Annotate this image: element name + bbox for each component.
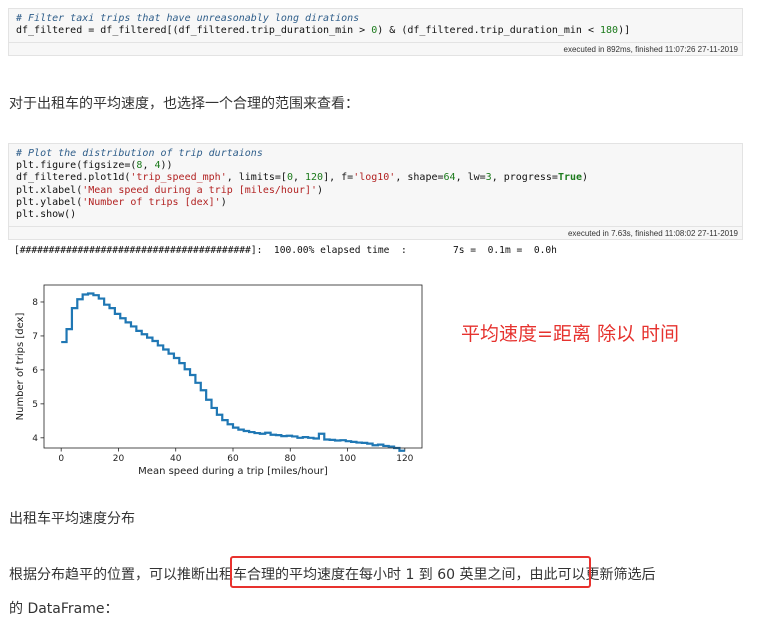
x-tick-label: 100 bbox=[339, 454, 356, 464]
code-string: 'Number of trips [dex]' bbox=[82, 196, 221, 208]
y-tick-label: 4 bbox=[32, 434, 38, 444]
code-string: 'log10' bbox=[353, 172, 396, 184]
x-tick-label: 40 bbox=[170, 454, 182, 464]
highlight-box bbox=[230, 556, 591, 588]
code-number: 180 bbox=[600, 25, 619, 37]
cell-divider bbox=[9, 42, 742, 43]
y-axis-label: Number of trips [dex] bbox=[15, 313, 26, 421]
code-text: df_filtered.plot1d( bbox=[16, 172, 131, 184]
cell-divider bbox=[9, 226, 742, 227]
code-text: , bbox=[142, 160, 155, 172]
y-tick-label: 7 bbox=[32, 332, 38, 342]
code-text: ) & (df_filtered.trip_duration_min < bbox=[377, 25, 601, 37]
x-axis: 0 20 40 60 80 100 120 bbox=[58, 448, 414, 464]
annotation-speed-formula: 平均速度=距离 除以 时间 bbox=[461, 323, 679, 345]
code-text: , bbox=[292, 172, 306, 184]
speed-distribution-chart: 4 5 6 7 8 0 20 40 60 80 100 120 Mean speed during … bbox=[15, 284, 423, 477]
series-line bbox=[61, 292, 405, 452]
execution-info: executed in 892ms, finished 11:07:26 27-… bbox=[563, 45, 739, 54]
code-text: ], f= bbox=[323, 172, 354, 184]
code-number: 64 bbox=[443, 172, 456, 184]
x-axis-label: Mean speed during a trip [miles/hour] bbox=[138, 466, 328, 477]
y-tick-label: 8 bbox=[32, 298, 38, 308]
progress-output: [#######################################… bbox=[14, 245, 557, 256]
x-tick-label: 0 bbox=[58, 454, 64, 464]
y-tick-label: 6 bbox=[32, 366, 38, 376]
code-comment: # Filter taxi trips that have unreasonab… bbox=[16, 13, 360, 24]
code-text: )] bbox=[618, 25, 631, 37]
chart-caption: 出租车平均速度分布 bbox=[9, 511, 135, 527]
code-editor[interactable]: # Filter taxi trips that have unreasonab… bbox=[9, 9, 742, 37]
code-keyword: True bbox=[557, 172, 583, 184]
paragraph-speed-intro: 对于出租车的平均速度，也选择一个合理的范围来查看： bbox=[9, 96, 359, 112]
paragraph-conclusion-line2: 的 DataFrame： bbox=[9, 601, 119, 617]
x-tick-label: 60 bbox=[227, 454, 239, 464]
code-text: df_filtered = df_filtered[(df_filtered.t… bbox=[16, 25, 372, 37]
code-text: plt.ylabel( bbox=[16, 196, 83, 208]
code-text: ) bbox=[317, 184, 324, 196]
code-cell-filter[interactable]: # Filter taxi trips that have unreasonab… bbox=[8, 8, 743, 56]
code-text: plt.xlabel( bbox=[16, 184, 83, 196]
code-text: plt.show() bbox=[16, 209, 77, 221]
code-cell-plot[interactable]: # Plot the distribution of trip durtaion… bbox=[8, 143, 743, 240]
y-axis: 4 5 6 7 8 bbox=[32, 298, 44, 444]
x-tick-label: 20 bbox=[113, 454, 125, 464]
code-editor[interactable]: # Plot the distribution of trip durtaion… bbox=[9, 144, 742, 221]
x-tick-label: 80 bbox=[285, 454, 297, 464]
code-text: plt.figure(figsize=( bbox=[16, 160, 137, 172]
code-text: , lw= bbox=[455, 172, 486, 184]
code-text: ) bbox=[582, 172, 589, 184]
code-text: , limits=[ bbox=[226, 172, 287, 184]
execution-info: executed in 7.63s, finished 11:08:02 27-… bbox=[567, 229, 738, 238]
code-text: ) bbox=[220, 196, 227, 208]
paragraph-text: 根据分布趋平的位置，可以推断 bbox=[9, 567, 205, 583]
x-tick-label: 120 bbox=[396, 454, 413, 464]
code-text: , progress= bbox=[491, 172, 558, 184]
code-string: 'trip_speed_mph' bbox=[130, 172, 227, 184]
code-text: )) bbox=[160, 160, 173, 172]
code-comment: # Plot the distribution of trip durtaion… bbox=[16, 148, 263, 159]
y-tick-label: 5 bbox=[32, 400, 38, 410]
code-string: 'Mean speed during a trip [miles/hour]' bbox=[82, 184, 318, 196]
code-number: 120 bbox=[305, 172, 324, 184]
code-text: , shape= bbox=[395, 172, 444, 184]
